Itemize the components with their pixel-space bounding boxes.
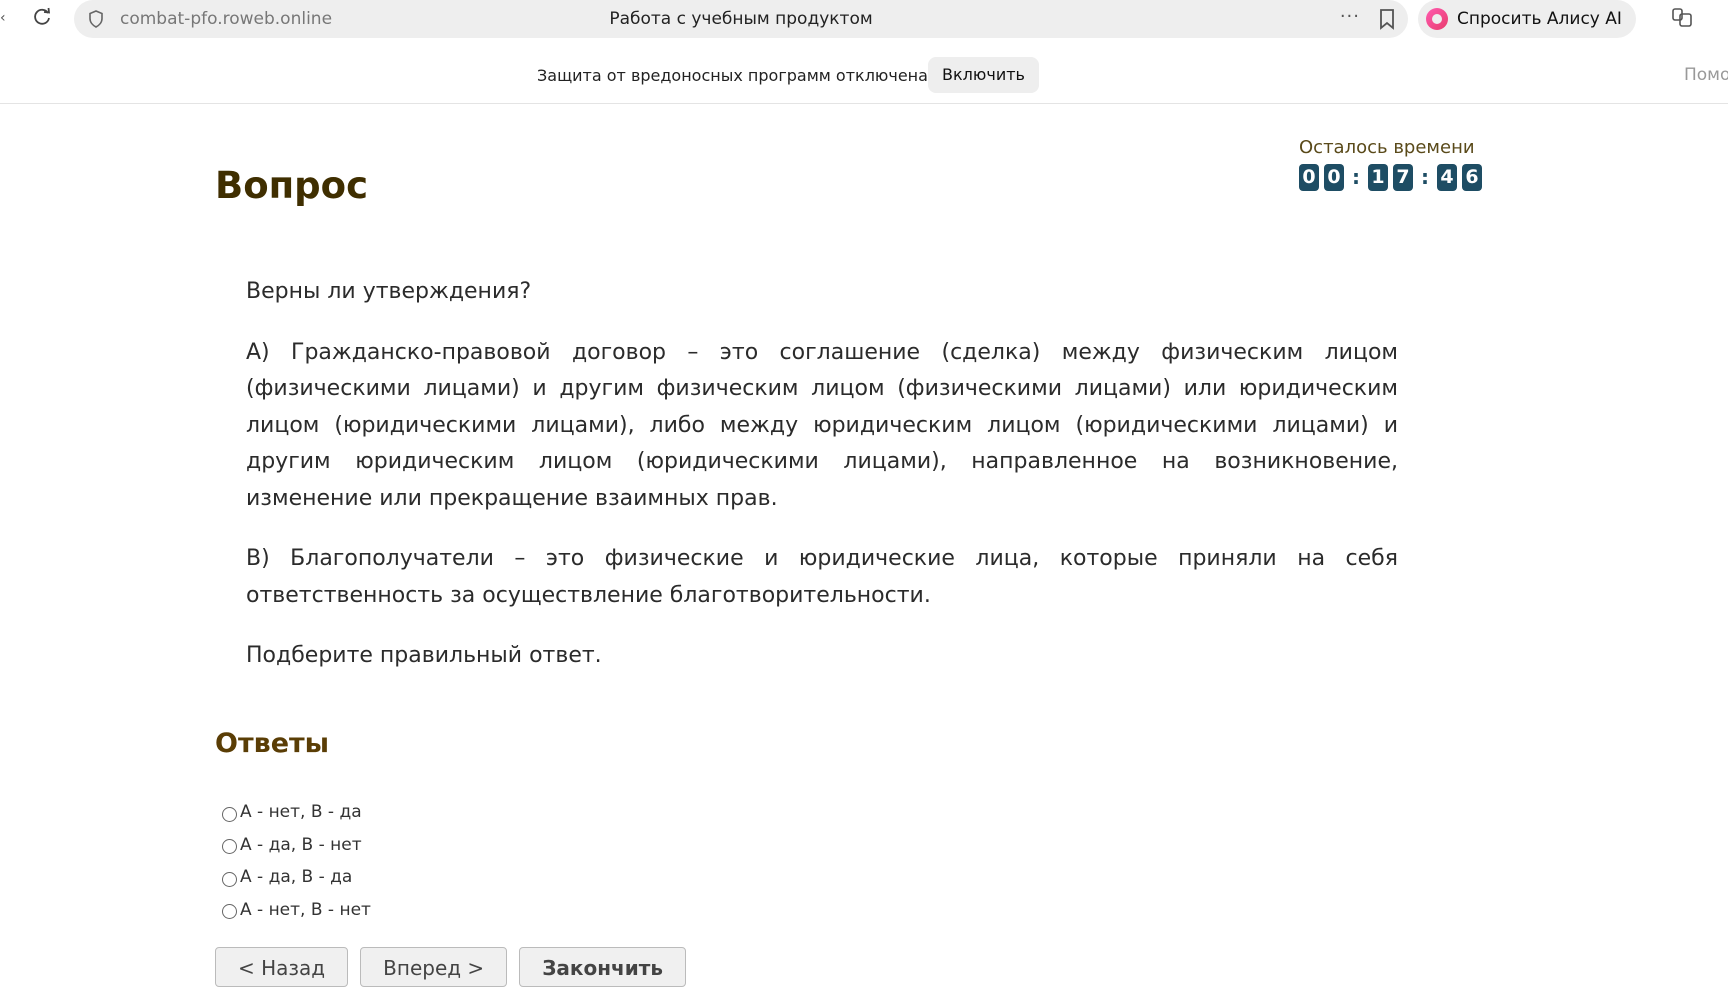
statement-a: А) Гражданско-правовой договор – это сог… (246, 339, 1398, 511)
forward-button[interactable]: Вперед > (360, 947, 508, 987)
question-instruction: Подберите правильный ответ. (246, 643, 602, 668)
radio-button[interactable] (222, 806, 237, 822)
back-button[interactable]: < Назад (215, 947, 349, 987)
answer-label[interactable]: А - да, В - да (240, 867, 352, 887)
timer-separator: : (1352, 164, 1360, 189)
address-bar[interactable]: combat-pfo.roweb.online Работа с учебным… (74, 0, 1408, 38)
security-infobar: Защита от вредоносных программ отключена… (0, 50, 1728, 104)
enable-protection-button[interactable]: Включить (928, 57, 1039, 93)
timer-digit: 4 (1437, 163, 1457, 191)
extensions-icon[interactable] (1670, 6, 1694, 30)
answer-option[interactable]: А - нет, В - нет (222, 894, 371, 927)
radio-button[interactable] (222, 871, 237, 887)
question-prompt: Верны ли утверждения? (246, 279, 532, 304)
answer-label[interactable]: А - нет, В - да (240, 802, 362, 822)
countdown-timer: 0 0 : 1 7 : 4 6 (1299, 163, 1487, 191)
answer-option[interactable]: А - да, В - нет (222, 829, 371, 862)
timer-digit: 6 (1462, 163, 1482, 191)
answers-heading: Ответы (215, 728, 330, 759)
finish-button[interactable]: Закончить (519, 947, 687, 987)
timer-digit: 1 (1368, 163, 1388, 191)
timer-label: Осталось времени (1299, 137, 1475, 158)
ask-alice-button[interactable]: Спросить Алису AI (1418, 0, 1636, 38)
alice-icon (1426, 8, 1448, 30)
bookmark-icon[interactable] (1378, 8, 1396, 30)
timer-separator: : (1421, 164, 1429, 189)
radio-button[interactable] (222, 839, 237, 855)
reload-icon[interactable] (30, 6, 54, 30)
infobar-message: Защита от вредоносных программ отключена (537, 66, 928, 85)
answer-label[interactable]: А - да, В - нет (240, 835, 362, 855)
ask-alice-label: Спросить Алису AI (1457, 9, 1622, 29)
answer-option[interactable]: А - нет, В - да (222, 796, 371, 829)
page-title: Вопрос (215, 164, 369, 207)
answer-option[interactable]: А - да, В - да (222, 861, 371, 894)
timer-digit: 0 (1299, 163, 1319, 191)
browser-toolbar: ‹ combat-pfo.roweb.online Работа с учебн… (0, 0, 1728, 38)
help-link[interactable]: Помощь (1684, 65, 1728, 85)
back-arrow-icon[interactable]: ‹ (0, 10, 6, 26)
statement-b: В) Благополучатели – это физические и юр… (246, 546, 1398, 608)
timer-digit: 0 (1324, 163, 1344, 191)
more-options-icon[interactable]: ··· (1340, 6, 1360, 27)
tab-title: Работа с учебным продуктом (609, 9, 873, 29)
timer-digit: 7 (1393, 163, 1413, 191)
answer-list: А - нет, В - да А - да, В - нет А - да, … (222, 796, 371, 926)
navigation-buttons: < Назад Вперед > Закончить (215, 947, 698, 987)
radio-button[interactable] (222, 904, 237, 920)
answer-label[interactable]: А - нет, В - нет (240, 900, 371, 920)
question-body: Верны ли утверждения? А) Гражданско-прав… (246, 274, 1398, 699)
